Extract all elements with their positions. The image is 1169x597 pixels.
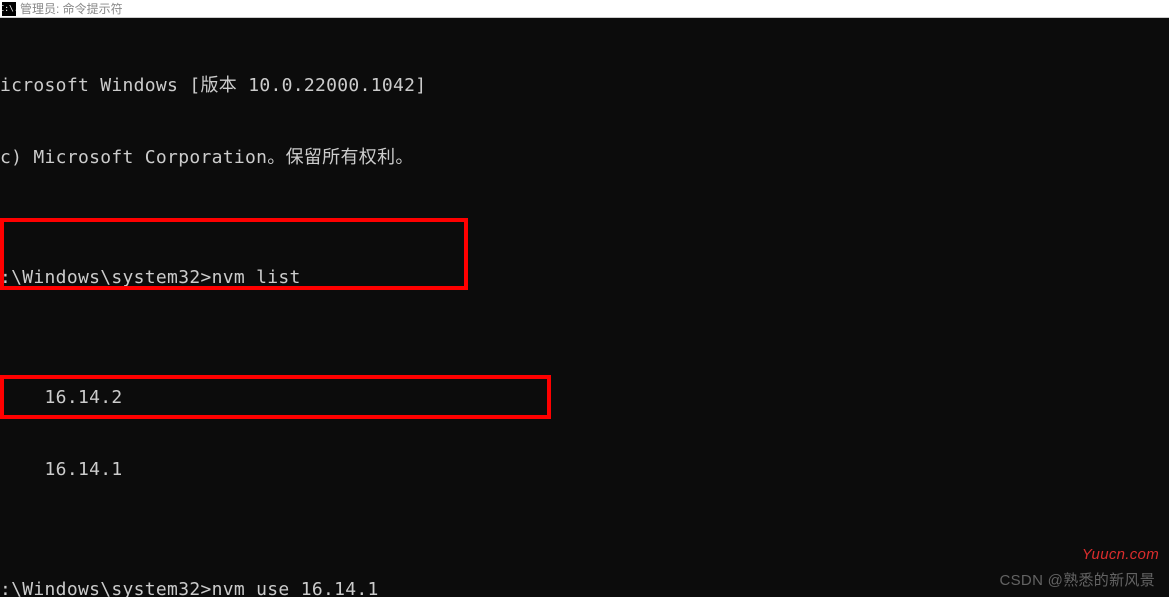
cmd-icon: C:\. [2, 2, 16, 16]
terminal-line: :\Windows\system32>nvm list [0, 266, 1169, 290]
terminal-line: c) Microsoft Corporation。保留所有权利。 [0, 146, 1169, 170]
terminal-line: 16.14.1 [0, 458, 1169, 482]
terminal-line: :\Windows\system32>nvm use 16.14.1 [0, 578, 1169, 597]
terminal-output[interactable]: icrosoft Windows [版本 10.0.22000.1042] c)… [0, 18, 1169, 597]
window-titlebar: C:\. 管理员: 命令提示符 [0, 0, 1169, 18]
terminal-line: icrosoft Windows [版本 10.0.22000.1042] [0, 74, 1169, 98]
watermark-csdn: CSDN @熟悉的新风景 [1000, 569, 1156, 593]
watermark-yuucn: Yuucn.com [1082, 543, 1159, 567]
window-title: 管理员: 命令提示符 [20, 0, 123, 17]
terminal-line: 16.14.2 [0, 386, 1169, 410]
